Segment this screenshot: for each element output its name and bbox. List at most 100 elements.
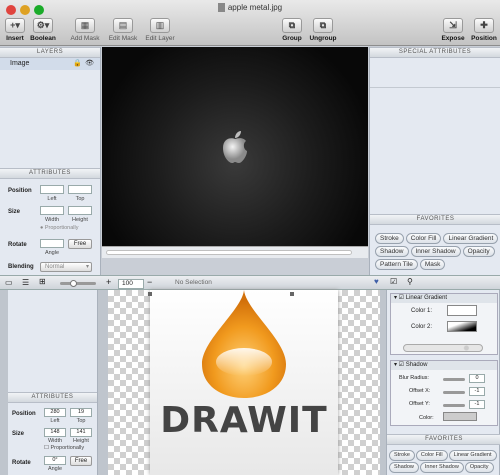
angle-label: Angle: [44, 250, 60, 256]
offy-slider[interactable]: [443, 404, 465, 407]
top-field[interactable]: [68, 185, 92, 194]
left-sidebar: LAYERS Image 🔒 👁 ATTRIBUTES Position Lef…: [0, 47, 101, 275]
group-button[interactable]: ⧉ Group: [279, 18, 305, 42]
width2-label: Width: [47, 438, 63, 444]
zoom-field[interactable]: 100: [118, 279, 144, 289]
top2-field[interactable]: 19: [70, 408, 92, 417]
offy-field[interactable]: -1: [469, 400, 485, 409]
left2-field[interactable]: 280: [44, 408, 66, 417]
height-label: Height: [72, 217, 88, 223]
free2-button[interactable]: Free: [70, 456, 92, 466]
proportionally2-checkbox[interactable]: ☐ Proportionally: [44, 445, 84, 451]
angle2-label: Angle: [47, 466, 63, 472]
favorite-mask[interactable]: Mask: [419, 259, 446, 270]
blur-field[interactable]: 0: [469, 374, 485, 383]
expose-button[interactable]: ⇲ Expose: [438, 18, 468, 42]
favorites2-row-2: Shadow Inner Shadow Opacity: [389, 462, 494, 473]
width-field[interactable]: [40, 206, 64, 215]
favorite-shadow[interactable]: Shadow: [375, 246, 409, 257]
height2-field[interactable]: 141: [70, 428, 92, 437]
layer-row[interactable]: Image 🔒 👁: [0, 58, 100, 70]
favorite2-color-fill[interactable]: Color Fill: [415, 450, 448, 461]
insert-button[interactable]: +▾ Insert: [3, 18, 27, 42]
angle2-field[interactable]: 0°: [44, 456, 66, 465]
left-field[interactable]: [40, 185, 64, 194]
disclosure-icon[interactable]: ▾ ☑: [394, 362, 406, 368]
add-mask-button[interactable]: ▦ Add Mask: [68, 18, 102, 42]
favorite-opacity[interactable]: Opacity: [462, 246, 495, 257]
favorite-inner-shadow[interactable]: Inner Shadow: [410, 246, 461, 257]
position-button[interactable]: ✚ Position: [469, 18, 499, 42]
zoom-slider[interactable]: [60, 282, 96, 285]
lower-left-panel: ATTRIBUTES Position 280 19 Left Top Size…: [8, 290, 98, 475]
angle-field[interactable]: [40, 239, 64, 248]
width2-field[interactable]: 148: [44, 428, 66, 437]
lock-icon[interactable]: 🔒: [73, 58, 82, 70]
color2-label: Color 2:: [411, 324, 433, 330]
offx-field[interactable]: -1: [469, 387, 485, 396]
heart-icon[interactable]: ♥: [374, 277, 379, 286]
left2-label: Left: [50, 418, 60, 424]
linear-gradient-effect: ▾ ☑ Linear Gradient Color 1: Color 2:: [390, 293, 498, 355]
favorites-row-3: Pattern Tile Mask: [375, 259, 446, 270]
grid-view-icon[interactable]: ⊞: [39, 277, 46, 286]
zoom-slider-knob[interactable]: [70, 280, 77, 287]
edit-effect-icon[interactable]: ☑: [390, 277, 397, 286]
ungroup-button[interactable]: ⧉ Ungroup: [307, 18, 339, 42]
ungroup-icon: ⧉: [313, 18, 333, 33]
artwork-text: DRAWIT: [160, 400, 328, 441]
favorites-row-1: Stroke Color Fill Linear Gradient: [375, 233, 499, 244]
selection-status: No Selection: [175, 279, 212, 286]
proportionally-checkbox[interactable]: ● Proportionally: [40, 225, 79, 231]
disclosure-icon[interactable]: ▾ ☑: [394, 295, 406, 301]
canvas-scrollbar[interactable]: [102, 246, 368, 258]
edit-layer-button[interactable]: ▥ Edit Layer: [143, 18, 177, 42]
main-canvas[interactable]: [102, 47, 368, 258]
top-label: Top: [75, 196, 85, 202]
left-label: Left: [47, 196, 57, 202]
blur-slider[interactable]: [443, 378, 465, 381]
favorite2-linear-gradient[interactable]: Linear Gradient: [448, 450, 497, 461]
edit-layer-icon: ▥: [150, 18, 170, 33]
gradient-slider[interactable]: [403, 344, 483, 352]
eye-icon[interactable]: 👁: [85, 58, 94, 70]
zoom-in-icon[interactable]: +: [106, 277, 111, 287]
document-icon: [217, 3, 225, 13]
blending-select[interactable]: Normal ▾: [40, 262, 92, 272]
lower-canvas[interactable]: DRAWIT: [108, 290, 380, 475]
favorite2-shadow[interactable]: Shadow: [389, 462, 419, 473]
plus-icon: +▾: [5, 18, 25, 33]
scrollbar-thumb[interactable]: [106, 250, 352, 255]
height2-label: Height: [73, 438, 89, 444]
shadow-color-swatch[interactable]: [443, 412, 477, 421]
boolean-button[interactable]: ⚙▾ Boolean: [29, 18, 57, 42]
favorite-color-fill[interactable]: Color Fill: [405, 233, 442, 244]
free-button[interactable]: Free: [68, 239, 92, 249]
orange-drop-icon: [202, 290, 286, 398]
effect-search-icon[interactable]: ⚲: [407, 277, 413, 286]
offy-label: Offset Y:: [409, 401, 430, 407]
view-mode-icon[interactable]: ▭: [5, 278, 13, 287]
effects-panel: ▾ ☑ Linear Gradient Color 1: Color 2: ▾ …: [386, 290, 500, 475]
shadow-color-label: Color:: [419, 415, 434, 421]
offx-slider[interactable]: [443, 391, 465, 394]
favorite-linear-gradient[interactable]: Linear Gradient: [443, 233, 499, 244]
edit-mask-button[interactable]: ▤ Edit Mask: [106, 18, 140, 42]
favorite-stroke[interactable]: Stroke: [375, 233, 404, 244]
selection-handle[interactable]: [290, 292, 294, 296]
position-icon: ✚: [474, 18, 494, 33]
color2-swatch[interactable]: [447, 321, 477, 332]
favorite2-stroke[interactable]: Stroke: [389, 450, 415, 461]
favorite2-opacity[interactable]: Opacity: [464, 462, 494, 473]
selection-handle[interactable]: [148, 292, 152, 296]
color1-swatch[interactable]: [447, 305, 477, 316]
size2-label: Size: [12, 431, 25, 437]
height-field[interactable]: [68, 206, 92, 215]
favorites2-row-1: Stroke Color Fill Linear Gradient: [389, 450, 497, 461]
zoom-out-icon[interactable]: −: [147, 277, 152, 287]
favorite-pattern-tile[interactable]: Pattern Tile: [375, 259, 418, 270]
favorite2-inner-shadow[interactable]: Inner Shadow: [419, 462, 464, 473]
layer-name: Image: [10, 60, 30, 67]
list-view-icon[interactable]: ☰: [22, 278, 29, 287]
artwork-card[interactable]: DRAWIT: [150, 290, 338, 475]
